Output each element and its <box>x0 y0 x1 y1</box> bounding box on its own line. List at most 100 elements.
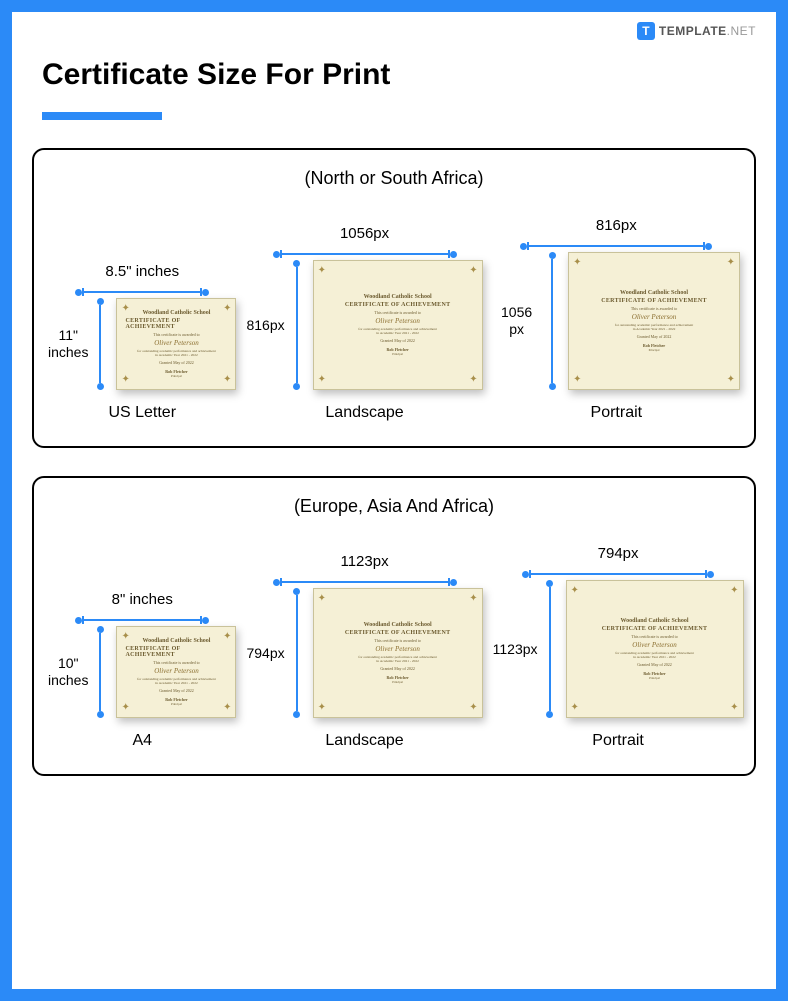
dimension-bracket-horizontal <box>75 614 209 626</box>
ornament-icon: ✦ <box>223 631 231 642</box>
cert-body: for outstanding academic performance and… <box>358 655 436 663</box>
cert-date: Granted May of 2022 <box>637 334 672 339</box>
dimension-width-label: 8.5" inches <box>105 263 179 280</box>
ornament-icon: ✦ <box>318 265 326 276</box>
dimension-bracket-horizontal <box>273 576 457 588</box>
cert-sub: This certificate is awarded to <box>374 310 420 315</box>
brand-text: TEMPLATE.NET <box>659 24 756 38</box>
ornament-icon: ✦ <box>223 702 231 713</box>
dimension-bracket-vertical <box>544 580 556 718</box>
cert-body: for outstanding academic performance and… <box>615 323 693 331</box>
dimension-width-label: 8" inches <box>112 591 173 608</box>
certificate-preview: ✦✦✦✦ Woodland Catholic School CERTIFICAT… <box>566 580 744 718</box>
ornament-icon: ✦ <box>730 702 738 713</box>
size-caption: Portrait <box>592 732 644 750</box>
dimension-bracket-horizontal <box>273 248 457 260</box>
cert-school: Woodland Catholic School <box>620 290 688 296</box>
dimension-width-label: 1056px <box>340 225 389 242</box>
cert-body: for outstanding academic performance and… <box>358 327 436 335</box>
ornament-icon: ✦ <box>727 374 735 385</box>
dimension-height-label: 11"inches <box>48 327 88 361</box>
cert-name: Oliver Peterson <box>375 645 420 653</box>
dimension-bracket-vertical <box>291 588 303 718</box>
size-item: 8.5" inches 11"inches ✦✦✦✦ Woodland Cath… <box>48 263 236 422</box>
page-title: Certificate Size For Print <box>42 58 756 92</box>
brand-name: TEMPLATE <box>659 24 727 38</box>
ornament-icon: ✦ <box>223 374 231 385</box>
dimension-height-label: 794px <box>246 645 284 662</box>
dimension-bracket-vertical <box>291 260 303 390</box>
page-frame: T TEMPLATE.NET Certificate Size For Prin… <box>0 0 788 1001</box>
size-item: 816px 1056 px ✦✦✦✦ Woodland Catholic Sch… <box>493 217 740 422</box>
cert-name: Oliver Peterson <box>154 667 199 675</box>
cert-heading: CERTIFICATE OF ACHIEVEMENT <box>125 646 227 658</box>
ornament-icon: ✦ <box>573 257 581 268</box>
dimension-width-label: 794px <box>598 545 639 562</box>
dimension-height-label: 1123px <box>493 641 538 658</box>
cert-body: for outstanding academic performance and… <box>137 349 215 357</box>
size-item: 1056px 816px ✦✦✦✦ Woodland Catholic Scho… <box>246 225 482 422</box>
dimension-bracket-horizontal <box>520 240 712 252</box>
size-item: 8" inches 10"inches ✦✦✦✦ Woodland Cathol… <box>48 591 236 750</box>
cert-sigrole: Principal <box>649 348 660 352</box>
title-underline <box>42 112 162 120</box>
ornament-icon: ✦ <box>121 303 129 314</box>
ornament-icon: ✦ <box>318 374 326 385</box>
cert-date: Granted May of 2022 <box>637 662 672 667</box>
certificate-preview: ✦✦✦✦ Woodland Catholic School CERTIFICAT… <box>116 298 236 390</box>
cert-heading: CERTIFICATE OF ACHIEVEMENT <box>602 626 708 632</box>
cert-school: Woodland Catholic School <box>364 294 432 300</box>
dimension-width-label: 1123px <box>340 553 388 570</box>
cert-name: Oliver Peterson <box>632 641 677 649</box>
dimension-bracket-horizontal <box>522 568 714 580</box>
cert-date: Granted May of 2022 <box>380 338 415 343</box>
size-row: 8" inches 10"inches ✦✦✦✦ Woodland Cathol… <box>48 545 740 750</box>
cert-sub: This certificate is awarded to <box>631 634 677 639</box>
dimension-height-label: 1056 px <box>493 304 541 338</box>
region-panel: (Europe, Asia And Africa) 8" inches 10"i… <box>32 476 756 776</box>
certificate-preview: ✦✦✦✦ Woodland Catholic School CERTIFICAT… <box>116 626 236 718</box>
size-caption: Portrait <box>591 404 643 422</box>
certificate-preview: ✦✦✦✦ Woodland Catholic School CERTIFICAT… <box>313 588 483 718</box>
dimension-bracket-horizontal <box>75 286 209 298</box>
cert-school: Woodland Catholic School <box>364 622 432 628</box>
cert-date: Granted May of 2022 <box>159 688 194 693</box>
dimension-height-label: 10"inches <box>48 655 88 689</box>
cert-heading: CERTIFICATE OF ACHIEVEMENT <box>601 298 707 304</box>
size-caption: A4 <box>132 732 152 750</box>
dimension-bracket-vertical <box>94 298 106 390</box>
size-item: 794px 1123px ✦✦✦✦ Woodland Catholic Scho… <box>493 545 744 750</box>
cert-heading: CERTIFICATE OF ACHIEVEMENT <box>345 630 451 636</box>
size-caption: Landscape <box>325 404 403 422</box>
cert-sub: This certificate is awarded to <box>153 332 199 337</box>
cert-body: for outstanding academic performance and… <box>137 677 215 685</box>
cert-sigrole: Principal <box>171 702 182 706</box>
cert-body: for outstanding academic performance and… <box>615 651 693 659</box>
dimension-bracket-vertical <box>94 626 106 718</box>
cert-sub: This certificate is awarded to <box>153 660 199 665</box>
ornament-icon: ✦ <box>730 585 738 596</box>
ornament-icon: ✦ <box>121 631 129 642</box>
region-title: (North or South Africa) <box>48 168 740 189</box>
cert-name: Oliver Peterson <box>154 339 199 347</box>
cert-school: Woodland Catholic School <box>621 618 689 624</box>
cert-name: Oliver Peterson <box>375 317 420 325</box>
cert-sub: This certificate is awarded to <box>374 638 420 643</box>
cert-sigrole: Principal <box>649 676 660 680</box>
cert-sub: This certificate is awarded to <box>631 306 677 311</box>
ornament-icon: ✦ <box>469 265 477 276</box>
region-title: (Europe, Asia And Africa) <box>48 496 740 517</box>
brand-logo: T TEMPLATE.NET <box>637 22 756 40</box>
size-caption: US Letter <box>108 404 176 422</box>
dimension-height-label: 816px <box>246 317 284 334</box>
ornament-icon: ✦ <box>121 702 129 713</box>
cert-date: Granted May of 2022 <box>159 360 194 365</box>
cert-heading: CERTIFICATE OF ACHIEVEMENT <box>125 318 227 330</box>
cert-date: Granted May of 2022 <box>380 666 415 671</box>
cert-name: Oliver Peterson <box>632 313 677 321</box>
cert-sigrole: Principal <box>392 680 403 684</box>
region-panel: (North or South Africa) 8.5" inches 11"i… <box>32 148 756 448</box>
ornament-icon: ✦ <box>223 303 231 314</box>
ornament-icon: ✦ <box>727 257 735 268</box>
certificate-preview: ✦✦✦✦ Woodland Catholic School CERTIFICAT… <box>313 260 483 390</box>
